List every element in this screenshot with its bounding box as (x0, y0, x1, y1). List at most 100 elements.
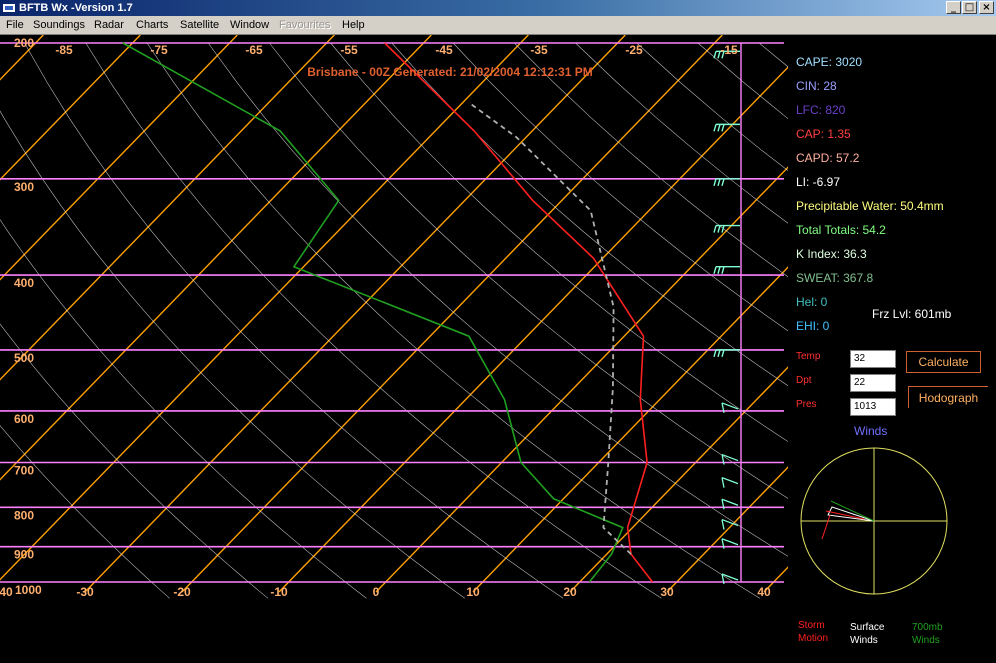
dry-adiabat-line (0, 323, 269, 599)
menu-soundings[interactable]: Soundings (33, 19, 85, 31)
dry-adiabat-line (575, 42, 788, 224)
wind-barb (713, 178, 740, 186)
isotherm-line (569, 366, 788, 593)
dry-adiabat-line (514, 42, 788, 278)
legend-700mb-line2: Winds (912, 635, 940, 646)
indices-panel: CAPE: 3020 CIN: 28 LFC: 820 CAP: 1.35 CAPD: … (788, 35, 996, 663)
dpt-label: Dpt (796, 375, 812, 386)
wind-barb (713, 349, 740, 358)
top-temperature-label: -35 (530, 43, 548, 57)
index-capd: CAPD: 57.2 (796, 151, 860, 165)
isotherm-lines (0, 35, 788, 593)
top-temperature-label: -25 (625, 43, 643, 57)
menu-favourites: Favourites (279, 19, 331, 31)
pres-label: Pres (796, 399, 817, 410)
dry-adiabat-line (146, 42, 760, 599)
index-sweat: SWEAT: 367.8 (796, 271, 874, 285)
legend-surface-line1: Surface (850, 622, 885, 633)
sounding-traces (122, 42, 654, 583)
index-total-totals: Total Totals: 54.2 (796, 223, 886, 237)
index-cap: CAP: 1.35 (796, 127, 851, 141)
temperature-trace (384, 42, 654, 583)
menu-charts[interactable]: Charts (136, 19, 168, 31)
index-lfc: LFC: 820 (796, 103, 846, 117)
temperature-label: 20 (563, 585, 577, 599)
menu-file[interactable]: File (6, 19, 24, 31)
dry-adiabat-line (269, 42, 788, 499)
hodograph-button[interactable]: Hodograph (908, 386, 988, 408)
app-icon (3, 4, 15, 12)
pressure-label: 400 (14, 276, 34, 290)
dry-adiabat-line (207, 42, 788, 557)
skew-t-chart: 2003004005006007008009001000-40-30-20-10… (0, 35, 788, 599)
top-temperature-label: -65 (245, 43, 263, 57)
chart-title: Brisbane - 00Z Generated: 21/02/2004 12:… (307, 65, 592, 79)
dry-adiabat-line (0, 110, 465, 599)
pressure-label: 1000 (15, 583, 42, 597)
index-hel: Hel: 0 (796, 295, 828, 309)
index-ehi: EHI: 0 (796, 319, 830, 333)
pressure-label: 700 (14, 464, 34, 478)
top-temperature-label: -85 (55, 43, 73, 57)
isotherm-line (181, 35, 723, 593)
close-button[interactable]: × (979, 1, 994, 14)
calculate-button[interactable]: Calculate (906, 351, 981, 373)
menu-help[interactable]: Help (342, 19, 365, 31)
pressure-label: 300 (14, 180, 34, 194)
isobar-lines (0, 42, 784, 583)
title-bar: BFTB Wx -Version 1.7 _ □ × (0, 0, 996, 16)
wind-barb (713, 265, 740, 274)
legend-surface-winds: Surface Winds (850, 621, 884, 647)
storm-motion-trace (821, 514, 831, 540)
temperature-label: -10 (270, 585, 288, 599)
index-cin: CIN: 28 (796, 79, 837, 93)
pressure-label: 200 (14, 36, 34, 50)
dpt-input[interactable]: 22 (850, 374, 896, 392)
legend-storm-line2: Motion (798, 633, 829, 644)
window-title: BFTB Wx -Version 1.7 (19, 2, 133, 14)
dry-adiabat-lines (0, 42, 788, 599)
temperature-label: 30 (660, 585, 674, 599)
axis-labels: 2003004005006007008009001000-40-30-20-10… (0, 36, 771, 599)
dry-adiabat-line (452, 42, 788, 332)
dry-adiabat-line (636, 42, 788, 172)
isotherm-line (763, 566, 788, 593)
wind-barb (721, 477, 739, 488)
pressure-label: 500 (14, 351, 34, 365)
menu-radar[interactable]: Radar (94, 19, 124, 31)
top-temperature-label: -55 (340, 43, 358, 57)
minimize-button[interactable]: _ (946, 1, 961, 14)
menu-satellite[interactable]: Satellite (180, 19, 219, 31)
temperature-label: 0 (373, 585, 380, 599)
legend-700mb-line1: 700mb (912, 622, 943, 633)
temp-input[interactable]: 32 (850, 350, 896, 368)
index-precipitable-water: Precipitable Water: 50.4mm (796, 199, 944, 213)
dry-adiabat-line (697, 42, 788, 120)
index-cape: CAPE: 3020 (796, 55, 863, 69)
top-temperature-label: -75 (150, 43, 168, 57)
legend-surface-line2: Winds (850, 635, 878, 646)
freezing-level: Frz Lvl: 601mb (872, 307, 952, 321)
top-temperature-label: -15 (720, 43, 738, 57)
temperature-label: 10 (466, 585, 480, 599)
menu-window[interactable]: Window (230, 19, 269, 31)
dry-adiabat-line (0, 219, 367, 599)
temp-label: Temp (796, 351, 821, 362)
dry-adiabat-line (85, 42, 662, 599)
winds-title: Winds (854, 424, 888, 438)
isotherm-line (0, 35, 335, 381)
surface-wind-trace (827, 506, 875, 522)
wind-barbs (713, 50, 740, 585)
temperature-label: 40 (757, 585, 771, 599)
temperature-label: -40 (0, 585, 13, 599)
temperature-label: -30 (76, 585, 94, 599)
hodograph (800, 447, 948, 595)
pressure-label: 600 (14, 412, 34, 426)
legend-storm-motion: Storm Motion (798, 619, 828, 645)
index-li: LI: -6.97 (796, 175, 841, 189)
pres-input[interactable]: 1013 (850, 398, 896, 416)
top-temperature-label: -45 (435, 43, 453, 57)
isotherm-line (666, 466, 788, 593)
index-k-index: K Index: 36.3 (796, 247, 867, 261)
maximize-button[interactable]: □ (962, 1, 977, 14)
